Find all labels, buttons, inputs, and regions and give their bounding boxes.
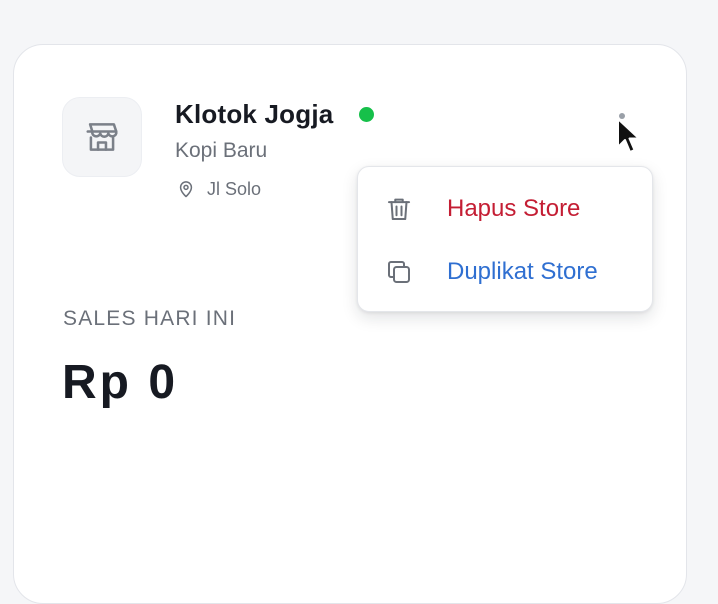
sales-label: SALES HARI INI (63, 307, 237, 330)
copy-icon (388, 261, 410, 283)
duplicate-store-menu-item[interactable]: Duplikat Store (358, 242, 652, 302)
store-name: Klotok Jogja (175, 99, 334, 129)
location-pin-icon (179, 181, 193, 198)
storefront-icon (86, 123, 118, 151)
store-avatar (62, 97, 142, 177)
store-card: Klotok Jogja Kopi Baru Jl Solo SALES HAR… (13, 44, 687, 604)
delete-store-label: Hapus Store (447, 195, 581, 222)
store-options-menu: Hapus Store Duplikat Store (357, 166, 653, 312)
mouse-cursor-icon (617, 118, 640, 153)
delete-store-menu-item[interactable]: Hapus Store (358, 179, 652, 239)
trash-icon (388, 198, 410, 220)
status-indicator (359, 107, 374, 122)
store-type: Kopi Baru (175, 139, 268, 162)
store-location: Jl Solo (207, 179, 262, 199)
sales-value: Rp 0 (62, 356, 179, 409)
duplicate-store-label: Duplikat Store (447, 258, 598, 285)
